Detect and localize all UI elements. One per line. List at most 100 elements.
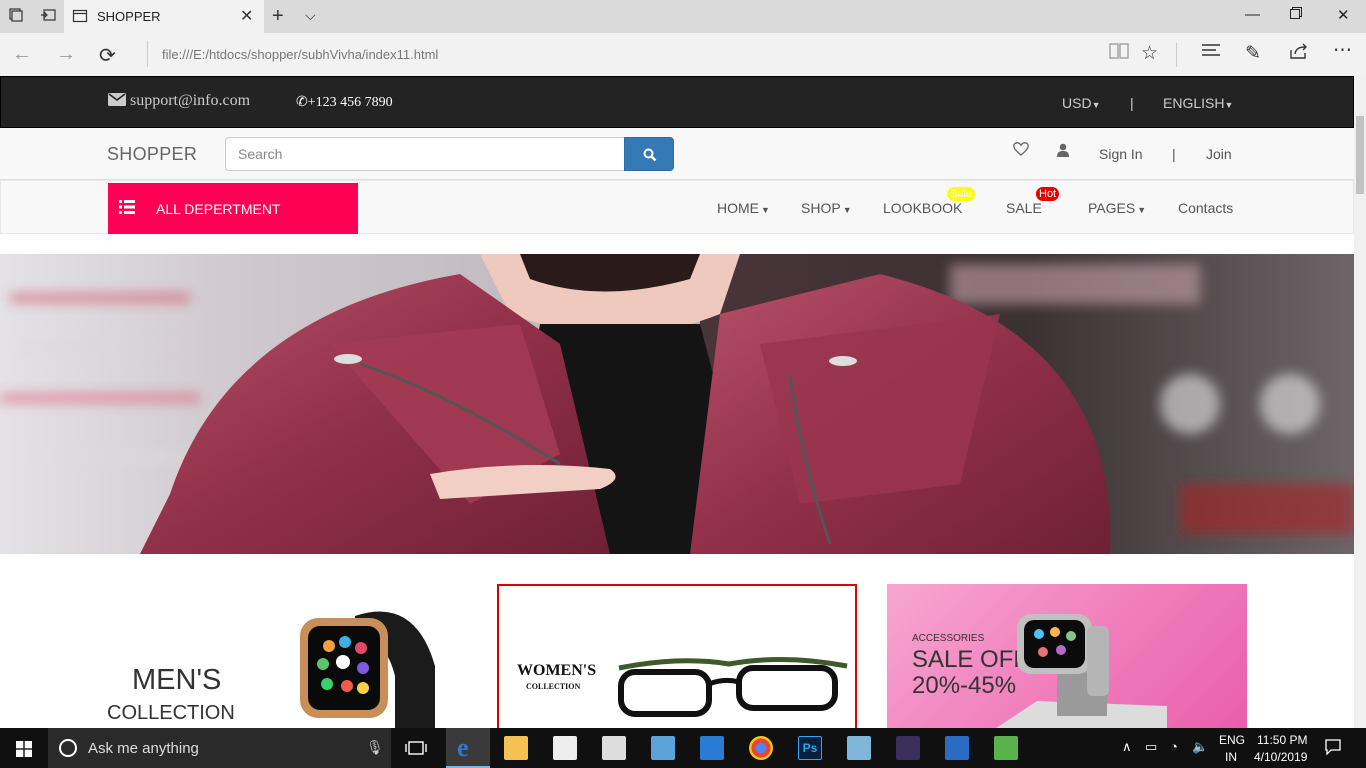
- web-note-pen-icon[interactable]: ✎: [1245, 42, 1261, 65]
- action-center-icon[interactable]: [1325, 739, 1341, 760]
- hot-badge: Hot: [1036, 187, 1060, 201]
- womens-subtitle: COLLECTION: [526, 682, 581, 691]
- hub-icon[interactable]: [1201, 42, 1221, 64]
- clock-time[interactable]: 11:50 PM: [1257, 733, 1307, 747]
- nav-pages[interactable]: PAGES ▼: [1088, 200, 1146, 216]
- more-menu-icon[interactable]: ⋯: [1333, 39, 1352, 62]
- nav-pages-label: PAGES: [1088, 200, 1136, 216]
- chrome-icon[interactable]: [749, 736, 773, 760]
- refresh-icon[interactable]: ⟳: [99, 43, 116, 68]
- new-tab-icon[interactable]: +: [272, 5, 284, 28]
- tab-preview-chevron-icon[interactable]: ⌵: [305, 7, 316, 24]
- caret-down-icon: ▼: [842, 205, 852, 215]
- task-view-icon[interactable]: [405, 739, 427, 762]
- support-email[interactable]: support@info.com: [108, 92, 250, 110]
- microphone-icon[interactable]: 🎙: [366, 739, 384, 756]
- email-text: support@info.com: [130, 92, 251, 109]
- search-input[interactable]: [225, 137, 625, 171]
- minimize-icon[interactable]: —: [1245, 6, 1260, 23]
- divider: [1176, 43, 1177, 67]
- user-icon[interactable]: [1057, 143, 1069, 162]
- sticky-notes-icon[interactable]: [847, 736, 871, 760]
- address-bar: ← → ⟳ file:///E:/htdocs/shopper/subhVivh…: [0, 33, 1366, 76]
- site-top-bar: support@info.com ✆+123 456 7890 USD▼ | E…: [0, 76, 1354, 128]
- phone-icon: ✆: [296, 95, 308, 110]
- back-icon[interactable]: ←: [12, 43, 32, 66]
- language-dropdown[interactable]: ENGLISH▼: [1163, 95, 1233, 111]
- caret-down-icon: ▼: [1224, 100, 1234, 110]
- nav-sale[interactable]: SALE Hot: [1006, 187, 1060, 216]
- cortana-circle-icon: [58, 738, 78, 763]
- sale-badge: Sale: [947, 187, 976, 201]
- forward-icon[interactable]: →: [56, 43, 76, 66]
- nav-shop-label: SHOP: [801, 200, 841, 216]
- search-icon: [643, 148, 657, 162]
- womens-collection-banner[interactable]: WOMEN'S COLLECTION: [497, 584, 857, 734]
- app-window-icon[interactable]: [945, 736, 969, 760]
- file-explorer-icon[interactable]: [504, 736, 528, 760]
- favorite-star-icon[interactable]: ☆: [1141, 42, 1158, 65]
- watch-stand-image: [987, 614, 1167, 734]
- edge-taskbar-button[interactable]: e: [446, 728, 490, 768]
- share-icon[interactable]: [1289, 42, 1309, 66]
- join-link[interactable]: Join: [1206, 146, 1232, 162]
- page-scrollbar[interactable]: [1354, 76, 1366, 728]
- main-navbar: ALL DEPERTMENT HOME ▼ SHOP ▼ LOOKBOOK Sale…: [0, 180, 1354, 234]
- show-hidden-icons-chevron-icon[interactable]: ∧: [1122, 739, 1132, 755]
- nav-contacts[interactable]: Contacts: [1178, 200, 1233, 216]
- active-tab[interactable]: SHOPPER ✕: [64, 0, 264, 33]
- search-button[interactable]: [624, 137, 674, 171]
- nav-shop[interactable]: SHOP ▼: [801, 200, 852, 216]
- topbar-separator: |: [1130, 95, 1134, 111]
- currency-dropdown[interactable]: USD▼: [1062, 95, 1100, 111]
- vscode-icon[interactable]: [700, 736, 724, 760]
- language-top[interactable]: ENG: [1219, 733, 1245, 747]
- edge-browser-icon: e: [457, 733, 469, 762]
- tabs-aside-icon[interactable]: [8, 8, 24, 24]
- site-header: SHOPPER Sign In | Join: [0, 128, 1354, 180]
- wifi-icon[interactable]: ◔: [1170, 739, 1178, 754]
- restore-icon[interactable]: [1290, 6, 1302, 23]
- cortana-search-box[interactable]: Ask me anything 🎙: [48, 728, 391, 768]
- mail-icon[interactable]: [602, 736, 626, 760]
- search-placeholder: Ask me anything: [88, 740, 199, 757]
- support-phone[interactable]: ✆+123 456 7890: [296, 94, 393, 111]
- battery-icon[interactable]: ▭: [1145, 739, 1157, 755]
- volume-muted-icon[interactable]: 🔈: [1192, 739, 1208, 755]
- set-aside-tabs-icon[interactable]: [40, 8, 56, 24]
- reading-view-icon[interactable]: [1109, 42, 1129, 66]
- xampp-icon[interactable]: [896, 736, 920, 760]
- phone-text: +123 456 7890: [307, 95, 393, 110]
- caret-down-icon: ▼: [1137, 205, 1147, 215]
- nav-home[interactable]: HOME ▼: [717, 200, 770, 216]
- computer-icon[interactable]: [651, 736, 675, 760]
- list-icon: [119, 200, 135, 219]
- store-icon[interactable]: [553, 736, 577, 760]
- language-bottom[interactable]: IN: [1225, 750, 1237, 764]
- close-window-icon[interactable]: ✕: [1337, 6, 1350, 24]
- smartwatch-image: [300, 611, 435, 731]
- caret-down-icon: ▼: [761, 205, 770, 215]
- nav-sale-label: SALE: [1006, 200, 1042, 216]
- accessories-sale-banner[interactable]: ACCESSORIES SALE OFF 20%-45%: [887, 584, 1247, 734]
- site-logo[interactable]: SHOPPER: [107, 144, 197, 165]
- sign-in-link[interactable]: Sign In: [1099, 146, 1143, 162]
- language-label: ENGLISH: [1163, 95, 1225, 111]
- windows-start-icon[interactable]: [16, 741, 32, 762]
- scrollbar-thumb[interactable]: [1356, 116, 1364, 194]
- close-tab-icon[interactable]: ✕: [240, 6, 253, 26]
- url-field[interactable]: file:///E:/htdocs/shopper/subhVivha/inde…: [162, 47, 438, 62]
- clock-date[interactable]: 4/10/2019: [1254, 750, 1307, 764]
- spreadsheet-icon[interactable]: [994, 736, 1018, 760]
- hero-banner-image: [0, 254, 1354, 554]
- windows-taskbar: Ask me anything 🎙 e Ps ∧ ▭ ◔ 🔈 ENG IN 11…: [0, 728, 1366, 768]
- nav-lookbook[interactable]: LOOKBOOK Sale: [883, 187, 976, 216]
- accessories-label: ACCESSORIES: [912, 633, 985, 644]
- tab-title: SHOPPER: [97, 9, 161, 24]
- all-department-button[interactable]: ALL DEPERTMENT: [108, 183, 358, 234]
- womens-title: WOMEN'S: [517, 662, 597, 679]
- wishlist-heart-icon[interactable]: [1013, 142, 1029, 161]
- currency-label: USD: [1062, 95, 1092, 111]
- photoshop-icon[interactable]: Ps: [798, 736, 822, 760]
- nav-home-label: HOME: [717, 200, 759, 216]
